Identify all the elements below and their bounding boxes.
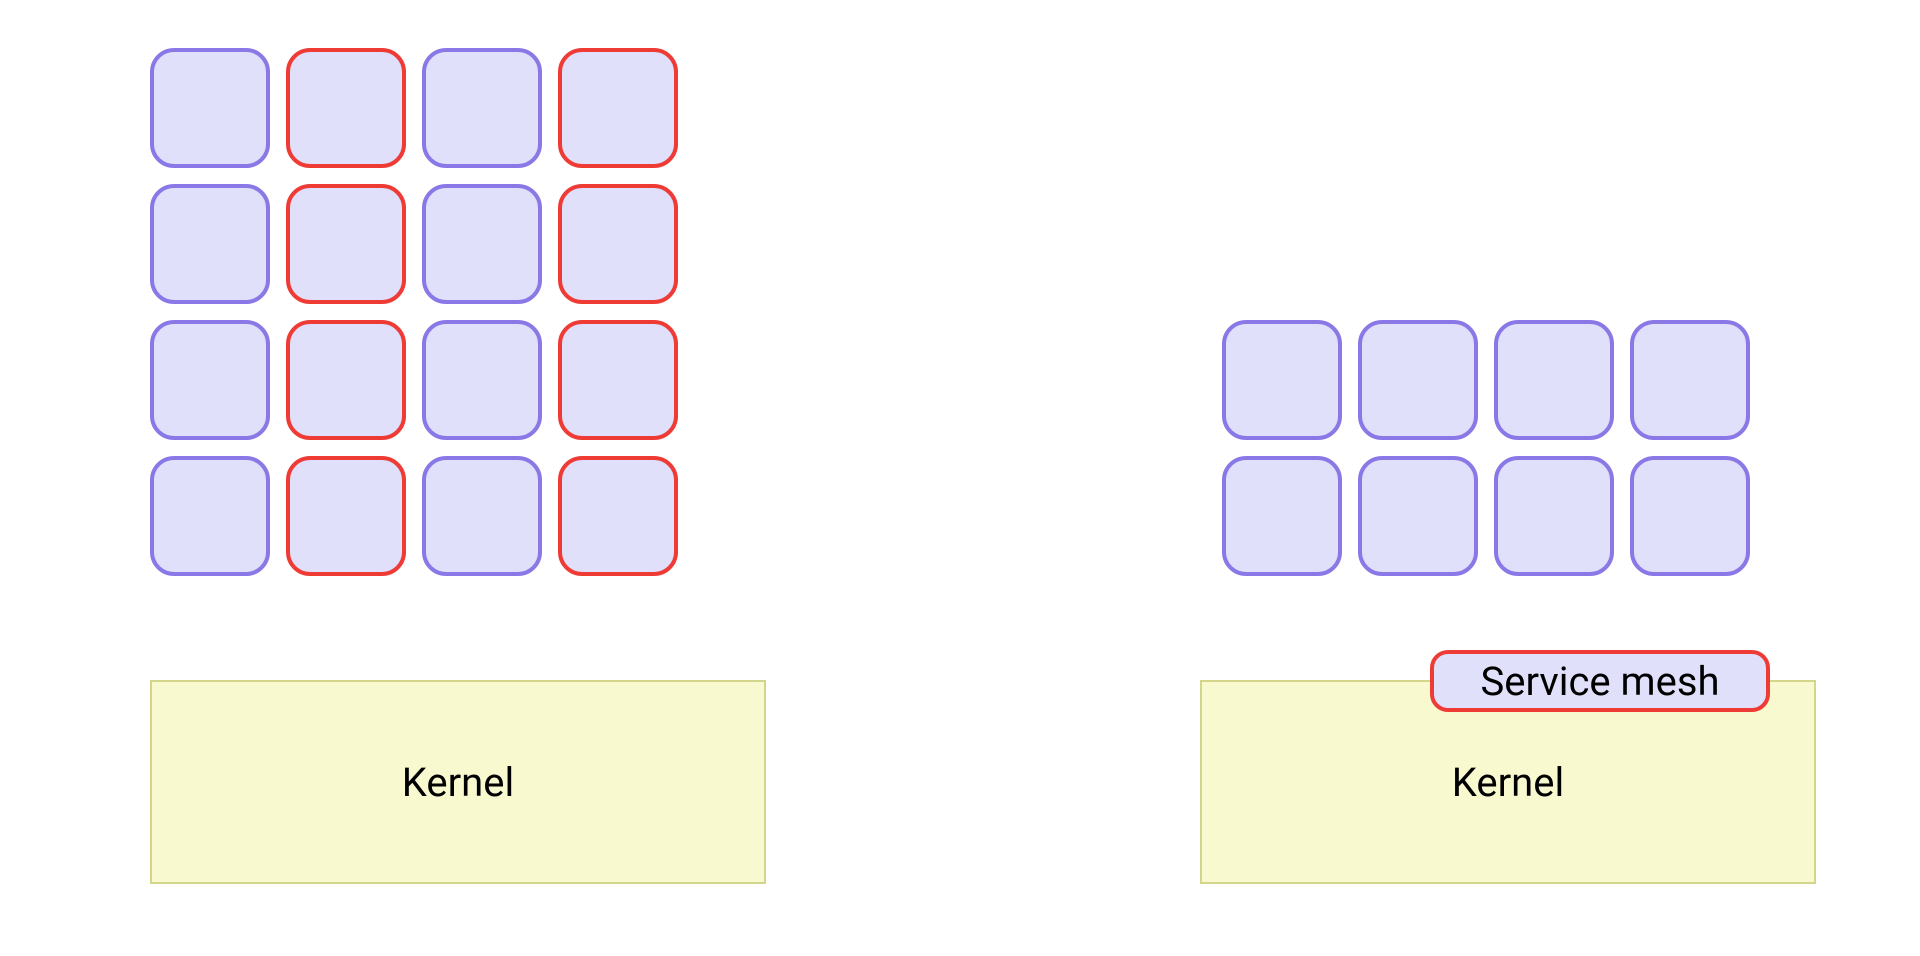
right-grid xyxy=(1222,320,1750,576)
left-grid-cell xyxy=(558,456,678,576)
service-mesh-label-box: Service mesh xyxy=(1430,650,1770,712)
left-grid-cell xyxy=(150,456,270,576)
left-kernel-label: Kernel xyxy=(402,759,514,806)
left-grid-cell xyxy=(150,320,270,440)
right-grid-cell xyxy=(1358,320,1478,440)
right-grid-cell xyxy=(1358,456,1478,576)
right-grid-cell xyxy=(1222,320,1342,440)
left-grid-cell xyxy=(422,48,542,168)
left-grid-cell xyxy=(558,184,678,304)
right-kernel-label: Kernel xyxy=(1452,759,1564,806)
left-grid-cell xyxy=(422,456,542,576)
left-grid-cell xyxy=(422,320,542,440)
left-grid xyxy=(150,48,678,576)
left-grid-cell xyxy=(558,48,678,168)
right-grid-cell xyxy=(1222,456,1342,576)
left-grid-cell xyxy=(150,184,270,304)
left-grid-cell xyxy=(150,48,270,168)
service-mesh-label: Service mesh xyxy=(1480,658,1719,705)
right-grid-cell xyxy=(1494,456,1614,576)
right-grid-cell xyxy=(1494,320,1614,440)
left-grid-cell xyxy=(286,48,406,168)
left-grid-cell xyxy=(558,320,678,440)
left-grid-cell xyxy=(286,320,406,440)
right-grid-cell xyxy=(1630,320,1750,440)
left-grid-cell xyxy=(286,184,406,304)
left-kernel-box: Kernel xyxy=(150,680,766,884)
left-grid-cell xyxy=(422,184,542,304)
right-grid-cell xyxy=(1630,456,1750,576)
left-grid-cell xyxy=(286,456,406,576)
